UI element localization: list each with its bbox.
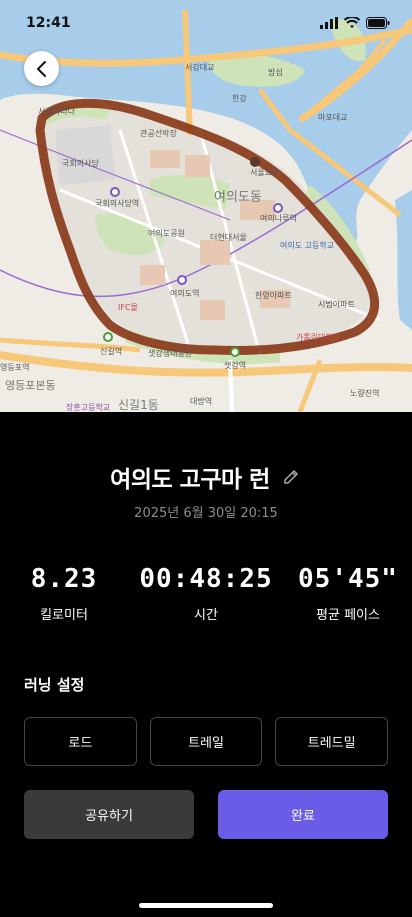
back-button[interactable] xyxy=(24,51,59,86)
map-label-yeouido-station: 여의도역 xyxy=(170,289,200,298)
map-label-bamseom: 밤섬 xyxy=(268,68,283,77)
pencil-icon xyxy=(284,470,298,484)
action-buttons: 공유하기 완료 xyxy=(24,790,388,839)
map-label-ifc: IFC몰 xyxy=(118,303,138,312)
map-label-the-hyundai: 더현대서울 xyxy=(210,233,247,242)
map-label-yeongdeungpo-bon: 영등포본동 xyxy=(5,379,56,392)
stat-time-label: 시간 xyxy=(194,608,218,623)
map-label-saetgang: 샛강생태공원 xyxy=(148,349,193,358)
stat-distance-label: 킬로미터 xyxy=(40,608,88,623)
map-label-yeouido-park: 여의도공원 xyxy=(148,229,185,238)
signal-icon xyxy=(320,17,338,29)
map-label-kwanak: 관공선박장 xyxy=(140,129,177,138)
route-map[interactable]: 밤섬 서강대교 한강 마포대교 국회의사당 국회의사당역 여의도동 여의도공원 … xyxy=(0,0,412,412)
running-settings-title: 러닝 설정 xyxy=(24,676,85,694)
wifi-icon xyxy=(344,17,360,28)
stat-time: 00:48:25 시간 xyxy=(128,564,284,623)
stat-distance-value: 8.23 xyxy=(30,564,98,594)
map-label-singil1: 신길1동 xyxy=(118,398,159,412)
map-label-sibeom-apt: 시범아파트 xyxy=(318,300,355,309)
stat-pace-value: 05'45" xyxy=(298,564,398,594)
map-label-mapo-bridge: 마포대교 xyxy=(318,113,348,122)
stat-distance: 8.23 킬로미터 xyxy=(0,564,128,623)
map-label-yeouido-dong: 여의도동 xyxy=(214,190,262,205)
option-trail-button[interactable]: 트레일 xyxy=(149,717,263,766)
stat-pace-label: 평균 페이스 xyxy=(316,608,380,623)
running-type-options: 로드 트레일 트레드밀 xyxy=(24,717,389,766)
stat-pace: 05'45" 평균 페이스 xyxy=(284,564,412,623)
map-label-yeouido-high: 여의도 고등학교 xyxy=(280,241,335,250)
share-button[interactable]: 공유하기 xyxy=(24,790,194,839)
status-time: 12:41 xyxy=(26,15,71,31)
done-button[interactable]: 완료 xyxy=(218,790,388,839)
run-summary-panel: 여의도 고구마 런 2025년 6월 30일 20:15 8.23 킬로미터 0… xyxy=(0,412,412,917)
map-label-yeouinaru: 여의나루역 xyxy=(260,214,297,223)
status-bar: 12:41 xyxy=(0,0,412,44)
map-label-saetgang-station: 샛강역 xyxy=(224,361,247,370)
map-label-assembly-station: 국회의사당역 xyxy=(95,199,140,208)
battery-icon xyxy=(366,17,390,29)
home-indicator xyxy=(139,903,273,908)
map-label-noryangjin: 노량진역 xyxy=(350,389,380,398)
title-row: 여의도 고구마 런 xyxy=(0,460,412,494)
run-date: 2025년 6월 30일 20:15 xyxy=(134,506,278,521)
option-road-button[interactable]: 로드 xyxy=(24,717,137,766)
chevron-left-icon xyxy=(36,60,46,77)
map-label-seogang-bridge: 서강대교 xyxy=(185,63,215,72)
run-title: 여의도 고구마 런 xyxy=(110,467,270,493)
map-label-hanyang-apt: 한양아파트 xyxy=(255,291,292,300)
map-label-singil-station: 신길역 xyxy=(100,347,123,356)
map-label-assembly: 국회의사당 xyxy=(62,159,99,168)
map-label-catholic-univ: 가톨릭대학교 xyxy=(296,333,341,342)
edit-title-button[interactable] xyxy=(280,466,302,488)
map-label-seoul-yacht: 서울요트 xyxy=(250,168,280,177)
map-label-daebang: 대방역 xyxy=(190,397,213,406)
run-stats: 8.23 킬로미터 00:48:25 시간 05'45" 평균 페이스 xyxy=(0,564,412,628)
option-treadmill-button[interactable]: 트레드밀 xyxy=(275,717,389,766)
stat-time-value: 00:48:25 xyxy=(139,564,273,594)
status-icons xyxy=(320,17,390,29)
map-label-hangang: 한강 xyxy=(232,94,247,103)
map-label-yeongdeungpo-station: 영등포역 xyxy=(0,363,30,372)
map-label-janghun: 장훈고등학교 xyxy=(66,403,111,412)
map-label-seoul-marina: 서울마리나 xyxy=(38,107,75,116)
